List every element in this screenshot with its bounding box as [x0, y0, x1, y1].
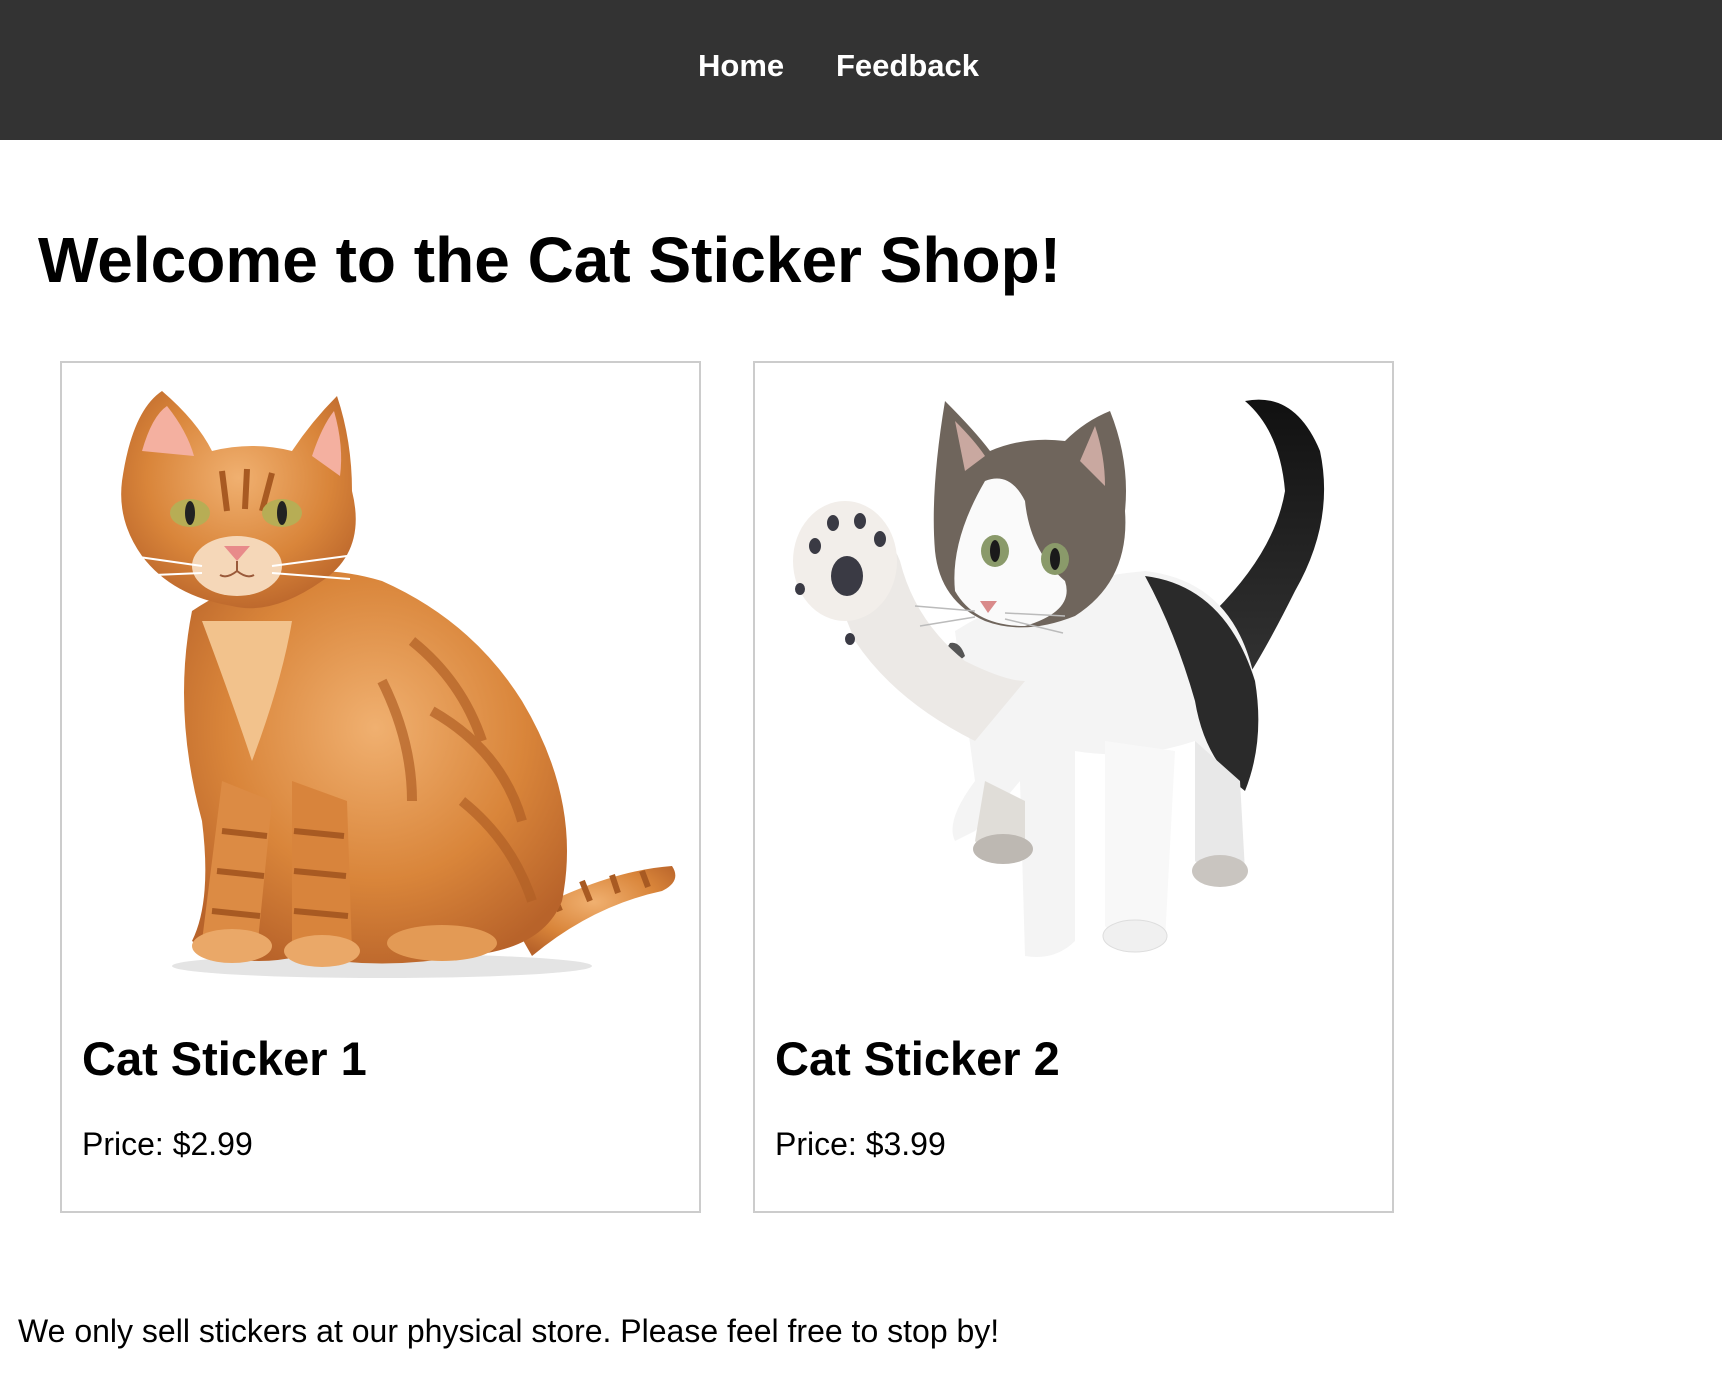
- store-notice: We only sell stickers at our physical st…: [18, 1313, 1000, 1349]
- top-navigation-bar: Home Feedback: [0, 0, 1722, 140]
- orange-tabby-cat-image: [121, 391, 676, 978]
- product-card: Cat Sticker 2 Price: $3.99: [753, 361, 1394, 1213]
- page-title: Welcome to the Cat Sticker Shop!: [38, 224, 1061, 296]
- product-price: Price: $2.99: [82, 1126, 253, 1162]
- nav-link-home[interactable]: Home: [698, 48, 784, 84]
- product-price: Price: $3.99: [775, 1126, 946, 1162]
- product-title: Cat Sticker 2: [775, 1032, 1060, 1085]
- nav-link-feedback[interactable]: Feedback: [836, 48, 979, 84]
- product-card: Cat Sticker 1 Price: $2.99: [60, 361, 701, 1213]
- white-brown-kitten-image: [793, 399, 1325, 957]
- product-title: Cat Sticker 1: [82, 1032, 367, 1085]
